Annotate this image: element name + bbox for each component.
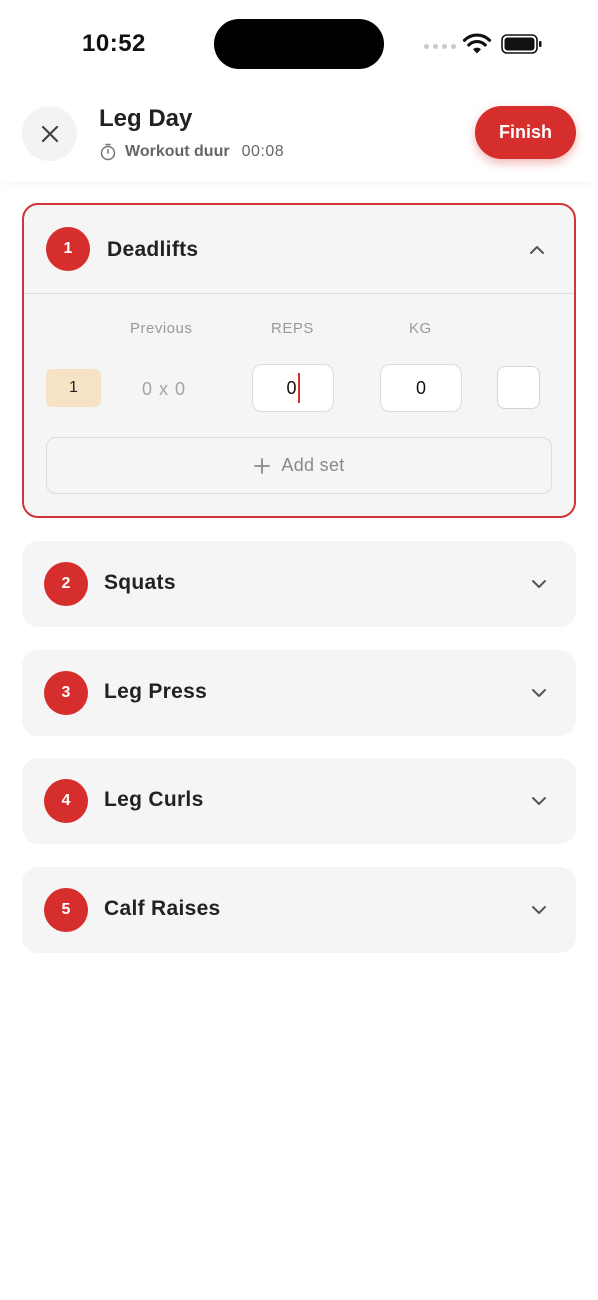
finish-button[interactable]: Finish (475, 106, 576, 159)
chevron-up-icon[interactable] (528, 241, 546, 259)
exercise-number-badge: 5 (44, 888, 88, 932)
cellular-signal-icon (424, 44, 456, 49)
exercise-card-deadlifts: 1 Deadlifts Previous REPS KG 1 0 x 0 0 0… (22, 203, 576, 518)
chevron-down-icon[interactable] (530, 575, 548, 593)
text-caret (297, 373, 300, 403)
kg-value: 0 (415, 377, 426, 398)
plus-icon (254, 457, 271, 474)
exercise-header[interactable]: 5 Calf Raises (22, 867, 576, 953)
exercise-name: Deadlifts (107, 238, 199, 261)
exercise-header[interactable]: 4 Leg Curls (22, 758, 576, 844)
duration-value: 00:08 (241, 143, 285, 160)
kg-input[interactable]: 0 (380, 364, 462, 412)
dynamic-island (214, 19, 384, 69)
exercise-number-badge: 2 (44, 562, 88, 606)
previous-value: 0 x 0 (142, 379, 187, 399)
chevron-down-icon[interactable] (530, 684, 548, 702)
set-complete-checkbox[interactable] (497, 366, 540, 409)
exercise-name: Squats (104, 571, 176, 594)
close-icon (41, 125, 58, 142)
column-header-reps: REPS (271, 320, 314, 337)
timer-icon (100, 143, 116, 161)
exercise-header[interactable]: 3 Leg Press (22, 650, 576, 736)
close-button[interactable] (22, 106, 77, 161)
exercise-card-leg-press[interactable]: 3 Leg Press (22, 650, 576, 736)
reps-input[interactable]: 0 (252, 364, 334, 412)
exercise-number-badge: 1 (46, 227, 90, 271)
exercise-header[interactable]: 1 Deadlifts (24, 205, 574, 294)
exercise-number-badge: 4 (44, 779, 88, 823)
column-header-previous: Previous (130, 320, 193, 337)
exercise-card-leg-curls[interactable]: 4 Leg Curls (22, 758, 576, 844)
exercise-card-squats[interactable]: 2 Squats (22, 541, 576, 627)
chevron-down-icon[interactable] (530, 901, 548, 919)
exercise-header[interactable]: 2 Squats (22, 541, 576, 627)
set-number-badge: 1 (46, 369, 101, 407)
status-bar: 10:52 (0, 0, 598, 84)
add-set-label: Add set (281, 455, 345, 475)
workout-title: Leg Day (99, 105, 193, 132)
exercise-name: Calf Raises (104, 897, 221, 920)
exercise-number-badge: 3 (44, 671, 88, 715)
column-header-kg: KG (409, 320, 432, 337)
exercise-name: Leg Curls (104, 788, 204, 811)
reps-value: 0 (286, 377, 297, 398)
exercise-name: Leg Press (104, 680, 208, 703)
add-set-button[interactable]: Add set (46, 437, 552, 494)
battery-icon (501, 34, 542, 54)
status-time: 10:52 (82, 30, 146, 57)
workout-header: Leg Day Workout duur 00:08 Finish (0, 84, 598, 182)
wifi-icon (462, 33, 492, 54)
chevron-down-icon[interactable] (530, 792, 548, 810)
exercise-card-calf-raises[interactable]: 5 Calf Raises (22, 867, 576, 953)
duration-label: Workout duur (125, 143, 230, 160)
workout-duration: Workout duur 00:08 (99, 143, 284, 161)
